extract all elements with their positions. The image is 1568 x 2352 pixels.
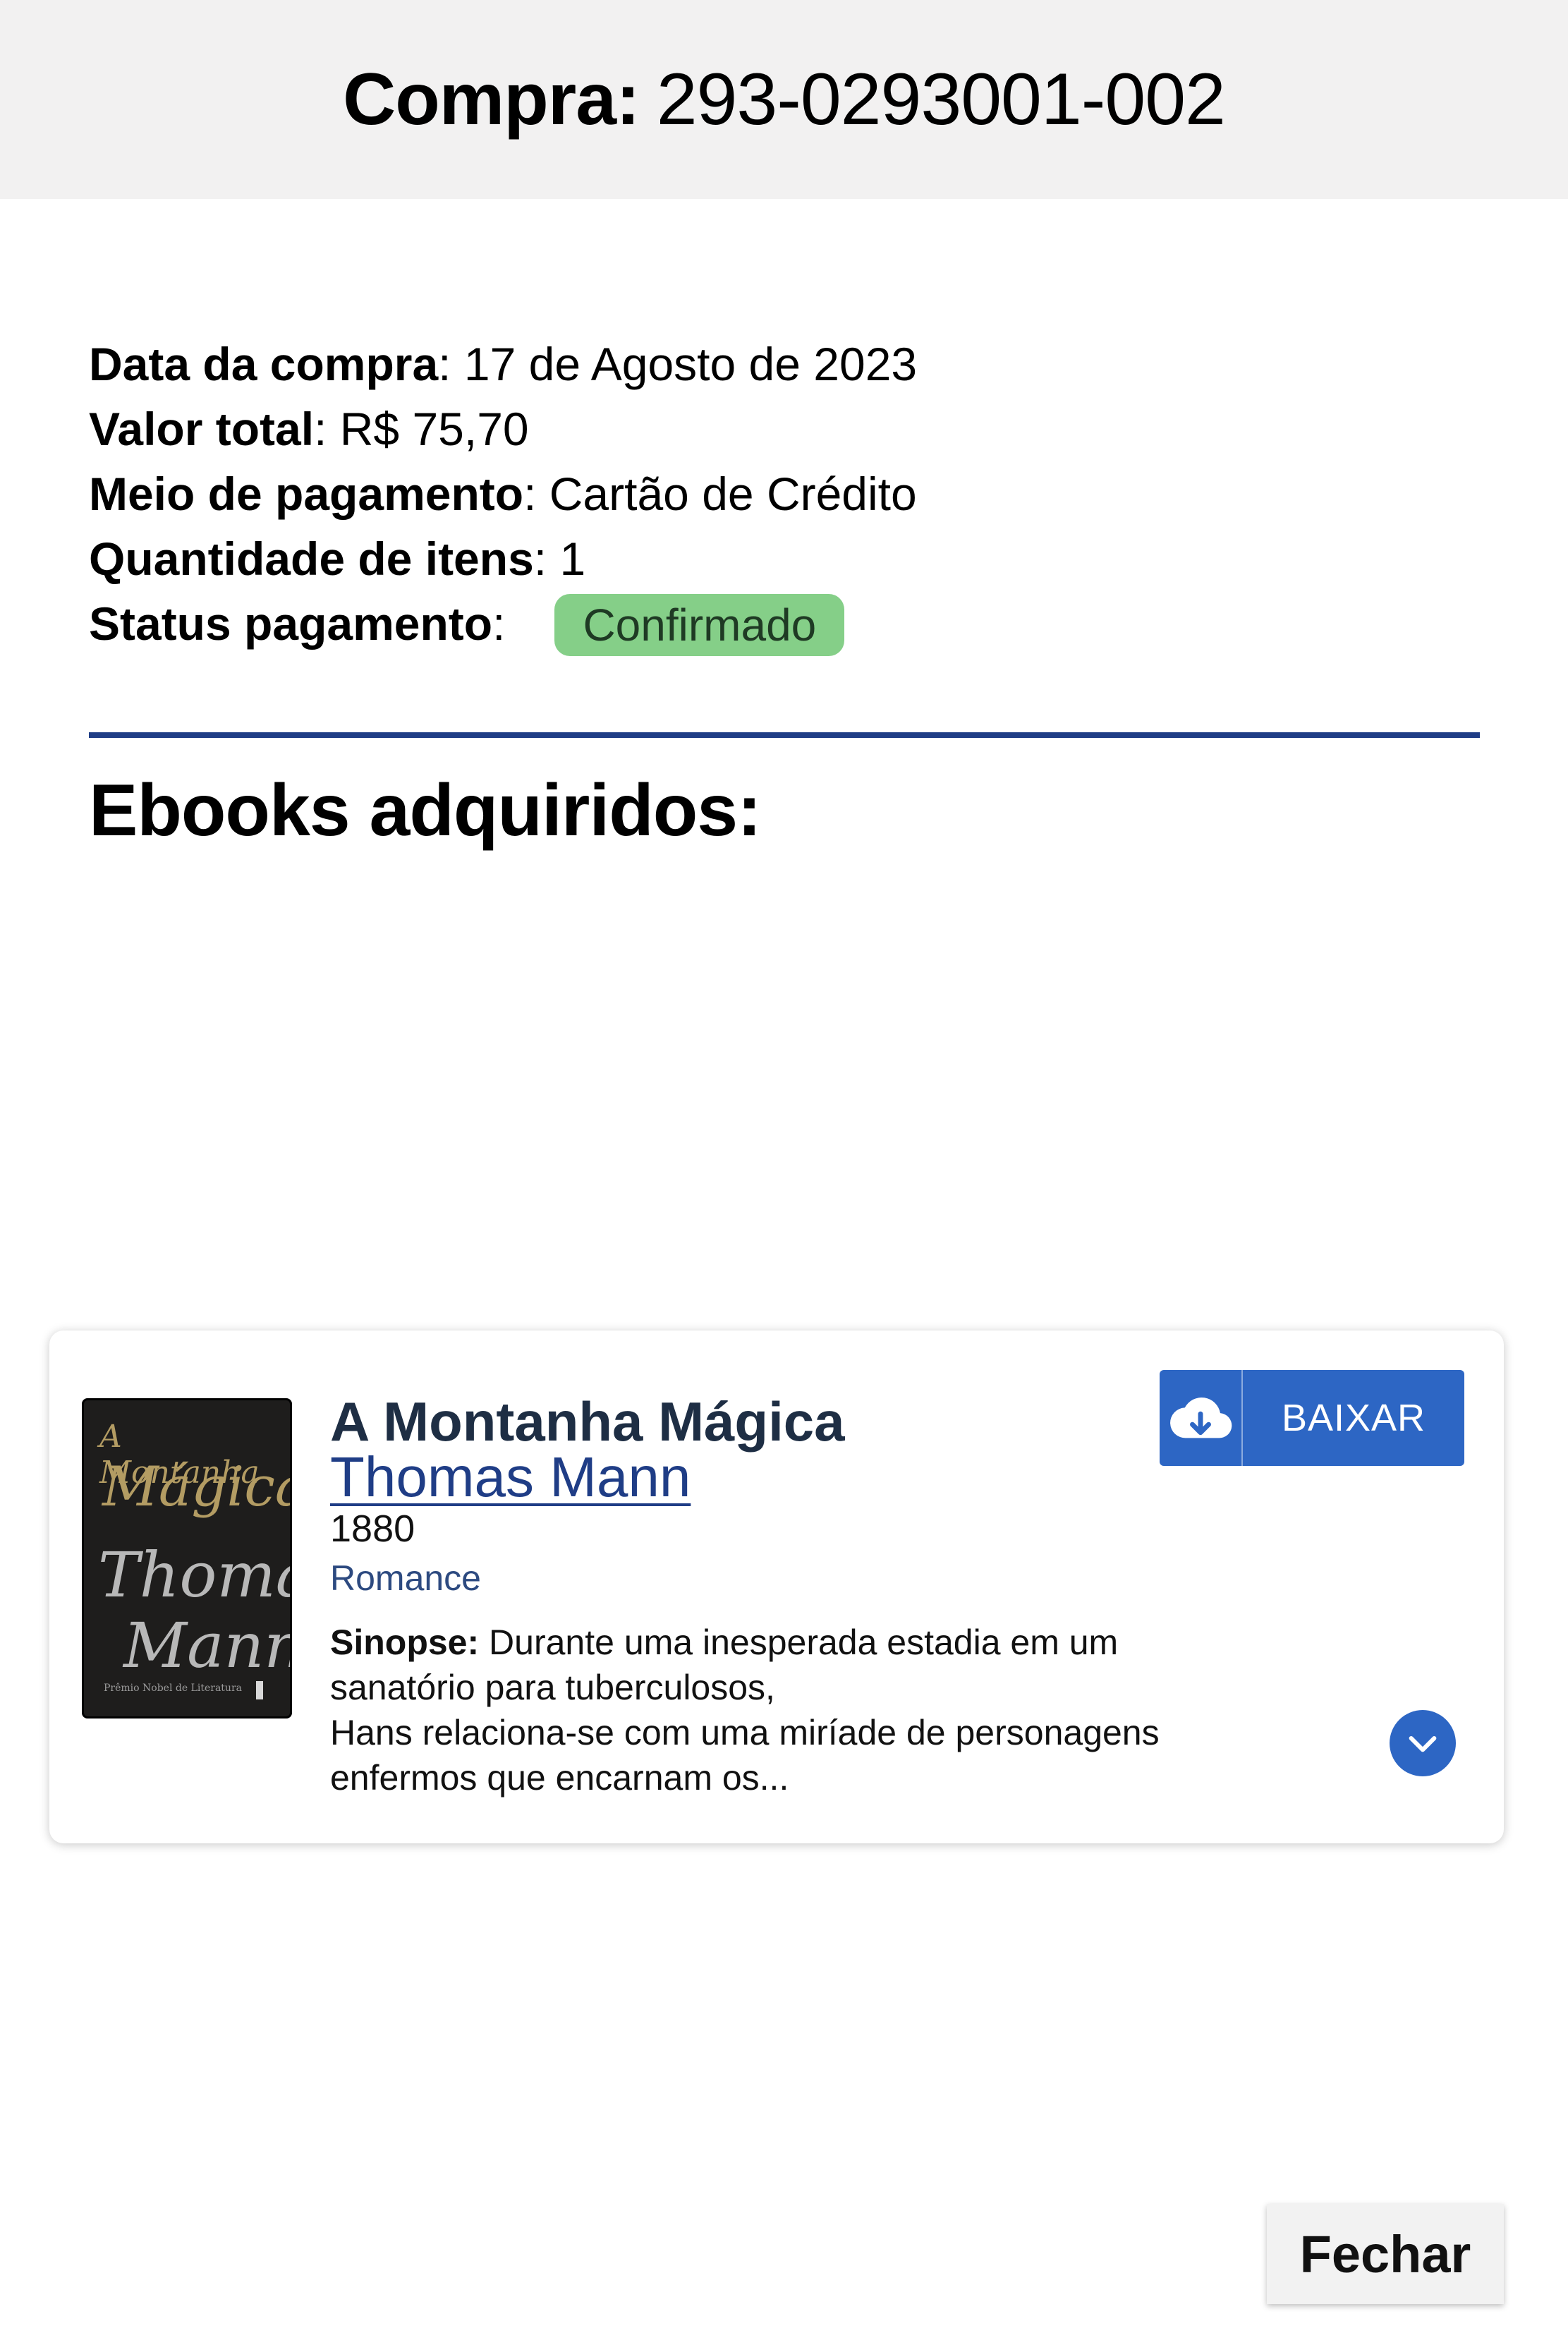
cover-text-line2: Mágica (102, 1455, 292, 1519)
book-synopsis: Sinopse: Durante uma inesperada estadia … (330, 1620, 1247, 1800)
item-quantity-value: 1 (559, 533, 586, 585)
payment-status-row: Status pagamento: Confirmado (89, 591, 917, 656)
cover-text-line3: Thomas (98, 1539, 290, 1611)
purchase-date-row: Data da compra: 17 de Agosto de 2023 (89, 338, 918, 390)
synopsis-text: Durante uma inesperada estadia em um (489, 1623, 1119, 1662)
expand-synopsis-button[interactable] (1390, 1710, 1456, 1776)
purchase-date-label: Data da compra (89, 338, 439, 390)
book-cover-image: A Montanha Mágica Thomas Mann Prêmio Nob… (82, 1398, 292, 1718)
book-year: 1880 (330, 1508, 415, 1550)
cover-text-line4: Mann (123, 1609, 292, 1682)
page-header: Compra: 293-0293001-002 (0, 0, 1568, 199)
close-button[interactable]: Fechar (1267, 2204, 1504, 2304)
synopsis-line: Hans relaciona-se com uma miríade de per… (330, 1713, 1160, 1752)
download-button-label: BAIXAR (1281, 1397, 1426, 1439)
download-button[interactable]: BAIXAR (1160, 1370, 1464, 1466)
ebook-card: A Montanha Mágica Thomas Mann Prêmio Nob… (49, 1330, 1504, 1843)
chevron-down-icon (1409, 1735, 1437, 1752)
ebooks-section-title: Ebooks adquiridos: (89, 770, 762, 851)
synopsis-label: Sinopse: (330, 1623, 480, 1662)
purchase-details: Data da compra: 17 de Agosto de 2023 Val… (89, 332, 917, 656)
book-genre: Romance (330, 1558, 481, 1598)
synopsis-line: enfermos que encarnam os... (330, 1758, 789, 1798)
payment-method-label: Meio de pagamento (89, 468, 524, 520)
publisher-logo-icon (256, 1681, 263, 1699)
cloud-download-icon (1160, 1370, 1243, 1466)
purchase-label: Compra: (343, 58, 640, 140)
payment-status-label: Status pagamento (89, 598, 493, 650)
book-author-link[interactable]: Thomas Mann (330, 1445, 691, 1510)
synopsis-line: sanatório para tuberculosos, (330, 1668, 775, 1707)
synopsis-line: Sinopse: Durante uma inesperada estadia … (330, 1620, 1247, 1665)
order-number: 293-0293001-002 (656, 58, 1226, 140)
status-badge: Confirmado (554, 593, 845, 656)
payment-method-value: Cartão de Crédito (549, 468, 917, 520)
total-value: R$ 75,70 (339, 403, 529, 455)
item-quantity-label: Quantidade de itens (89, 533, 534, 585)
cover-footer-text: Prêmio Nobel de Literatura (104, 1683, 242, 1694)
total-value-row: Valor total: R$ 75,70 (89, 403, 529, 455)
item-quantity-row: Quantidade de itens: 1 (89, 533, 586, 585)
total-value-label: Valor total (89, 403, 315, 455)
payment-method-row: Meio de pagamento: Cartão de Crédito (89, 468, 917, 520)
section-divider (89, 732, 1480, 738)
purchase-date-value: 17 de Agosto de 2023 (463, 338, 918, 390)
